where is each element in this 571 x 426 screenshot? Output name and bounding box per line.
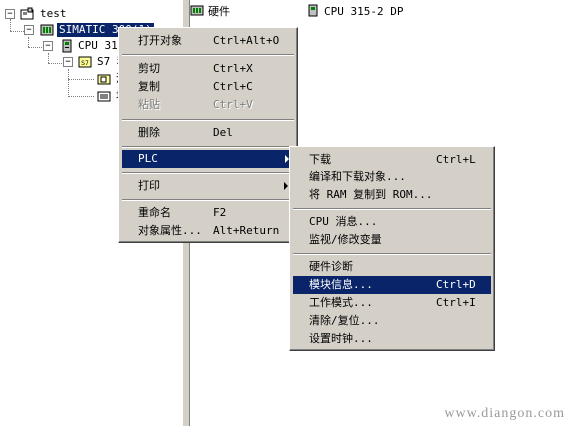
- sources-folder-icon: [97, 74, 111, 85]
- menu-item-label: 删除: [138, 126, 160, 139]
- menu-item-label: 打开对象: [138, 34, 182, 47]
- tree-node-test[interactable]: test: [40, 7, 67, 21]
- menu-item-label: 模块信息...: [309, 278, 373, 291]
- menu-item-label: 重命名: [138, 206, 171, 219]
- menu-separator: [122, 54, 294, 56]
- menu-item-paste: 粘贴 Ctrl+V: [122, 96, 294, 114]
- menu-item-shortcut: Ctrl+V: [213, 98, 253, 111]
- menu-item-hardware-diagnostics[interactable]: 硬件诊断: [293, 258, 491, 276]
- menu-separator: [122, 172, 294, 174]
- tree-line: [48, 63, 64, 64]
- cpu-icon: [308, 4, 318, 17]
- menu-item-cpu-messages[interactable]: CPU 消息...: [293, 213, 491, 231]
- menu-item-shortcut: Ctrl+Alt+O: [213, 34, 280, 47]
- menu-item-shortcut: Ctrl+D: [436, 278, 476, 291]
- menu-item-shortcut: Ctrl+L: [436, 153, 476, 166]
- menu-item-compile-download[interactable]: 编译和下载对象...: [293, 168, 491, 186]
- list-item-hardware[interactable]: 硬件: [190, 4, 230, 20]
- menu-separator: [122, 199, 294, 201]
- list-item-cpu[interactable]: CPU 315-2 DP: [306, 4, 403, 20]
- menu-item-label: 下载: [309, 153, 331, 166]
- menu-separator: [122, 119, 294, 121]
- collapse-toggle-program[interactable]: −: [63, 57, 73, 67]
- station-icon: [40, 24, 54, 36]
- menu-item-label: CPU 消息...: [309, 215, 378, 228]
- menu-separator: [122, 146, 294, 148]
- list-item-label: CPU 315-2 DP: [324, 5, 404, 18]
- menu-item-label: 剪切: [138, 62, 160, 75]
- menu-item-label: PLC: [138, 152, 158, 165]
- menu-item-label: 复制: [138, 80, 160, 93]
- tree-line: [10, 19, 11, 31]
- submenu-arrow-icon: [284, 182, 288, 190]
- menu-item-download[interactable]: 下载 Ctrl+L: [293, 151, 491, 169]
- menu-separator: [293, 253, 491, 255]
- menu-item-shortcut: Alt+Return: [213, 224, 280, 237]
- menu-item-label: 设置时钟...: [309, 332, 373, 345]
- menu-item-monitor-modify[interactable]: 监视/修改变量: [293, 231, 491, 249]
- tree-line: [68, 96, 94, 97]
- menu-item-module-information[interactable]: 模块信息... Ctrl+D: [293, 276, 491, 294]
- tree-line: [28, 47, 44, 48]
- menu-item-label: 编译和下载对象...: [309, 170, 406, 183]
- tree-line: [68, 79, 94, 80]
- menu-item-open-object[interactable]: 打开对象 Ctrl+Alt+O: [122, 32, 294, 50]
- menu-item-copy-ram-rom[interactable]: 将 RAM 复制到 ROM...: [293, 186, 491, 204]
- collapse-toggle-cpu[interactable]: −: [43, 41, 53, 51]
- hardware-icon: [190, 5, 204, 16]
- menu-item-cut[interactable]: 剪切 Ctrl+X: [122, 60, 294, 78]
- menu-item-delete[interactable]: 删除 Del: [122, 124, 294, 142]
- menu-item-label: 对象属性...: [138, 224, 202, 237]
- s7-program-icon: S7: [78, 56, 92, 68]
- menu-item-label: 监视/修改变量: [309, 233, 382, 246]
- menu-item-shortcut: Ctrl+X: [213, 62, 253, 75]
- menu-item-plc[interactable]: PLC: [122, 150, 295, 168]
- menu-item-print[interactable]: 打印: [122, 177, 294, 195]
- svg-text:S7: S7: [81, 60, 89, 67]
- menu-item-label: 将 RAM 复制到 ROM...: [309, 188, 433, 201]
- menu-item-label: 打印: [138, 179, 160, 192]
- menu-item-rename[interactable]: 重命名 F2: [122, 204, 294, 222]
- context-menu: 打开对象 Ctrl+Alt+O 剪切 Ctrl+X 复制 Ctrl+C 粘贴 C…: [118, 27, 298, 243]
- cpu-icon: [62, 39, 72, 53]
- menu-item-clear-reset[interactable]: 清除/复位...: [293, 312, 491, 330]
- tree-line: [68, 69, 69, 97]
- menu-item-operating-mode[interactable]: 工作模式... Ctrl+I: [293, 294, 491, 312]
- menu-item-label: 工作模式...: [309, 296, 373, 309]
- menu-item-shortcut: Del: [213, 126, 233, 139]
- collapse-toggle-test[interactable]: −: [5, 9, 15, 19]
- menu-item-copy[interactable]: 复制 Ctrl+C: [122, 78, 294, 96]
- menu-item-shortcut: Ctrl+I: [436, 296, 476, 309]
- menu-item-label: 粘贴: [138, 98, 160, 111]
- menu-item-set-clock[interactable]: 设置时钟...: [293, 330, 491, 348]
- collapse-toggle-station[interactable]: −: [24, 25, 34, 35]
- tree-line: [48, 53, 49, 63]
- menu-item-properties[interactable]: 对象属性... Alt+Return: [122, 222, 294, 240]
- blocks-folder-icon: [97, 91, 111, 102]
- menu-separator: [293, 208, 491, 210]
- project-icon: [20, 7, 34, 20]
- plc-submenu: 下载 Ctrl+L 编译和下载对象... 将 RAM 复制到 ROM... CP…: [289, 146, 495, 351]
- menu-item-label: 清除/复位...: [309, 314, 380, 327]
- tree-line: [28, 37, 29, 47]
- watermark-text: www.diangon.com: [444, 406, 565, 421]
- menu-item-shortcut: Ctrl+C: [213, 80, 253, 93]
- menu-item-label: 硬件诊断: [309, 260, 353, 273]
- list-item-label: 硬件: [208, 5, 230, 18]
- menu-item-shortcut: F2: [213, 206, 227, 219]
